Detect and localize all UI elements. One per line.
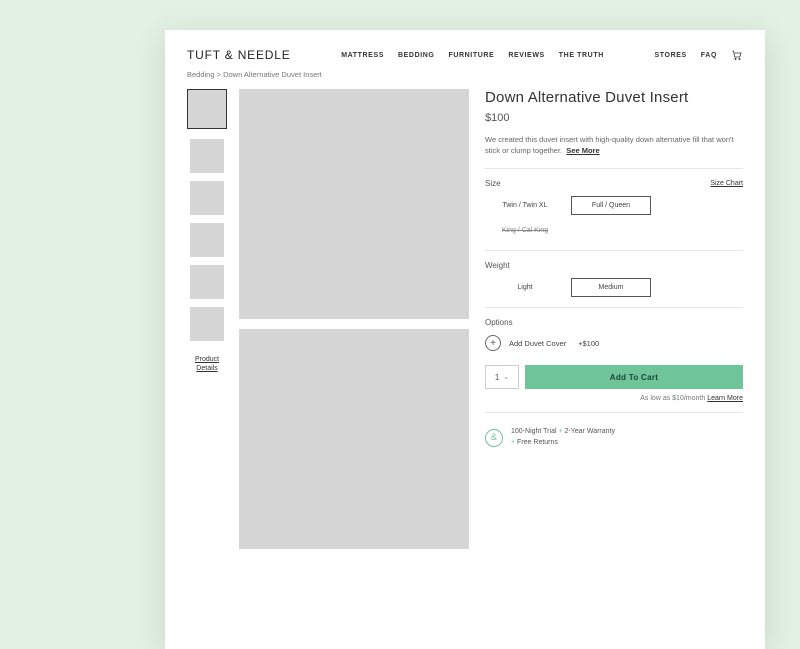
weight-section-head: Weight xyxy=(485,261,743,270)
thumbnail-4[interactable] xyxy=(190,223,224,257)
nav-reviews[interactable]: REVIEWS xyxy=(508,52,544,59)
financing-learn-more-link[interactable]: Learn More xyxy=(707,395,743,402)
cart-icon[interactable] xyxy=(731,49,743,61)
thumbnail-6[interactable] xyxy=(190,307,224,341)
product-details: Down Alternative Duvet Insert $100 We cr… xyxy=(481,89,743,549)
product-title: Down Alternative Duvet Insert xyxy=(485,89,743,108)
weight-option-light[interactable]: Light xyxy=(485,278,565,297)
image-column xyxy=(239,89,469,549)
weight-label: Weight xyxy=(485,261,510,270)
secondary-nav: STORES FAQ xyxy=(655,49,743,61)
product-description: We created this duvet insert with high-q… xyxy=(485,134,743,157)
divider xyxy=(485,250,743,251)
size-section-head: Size Size Chart xyxy=(485,179,743,188)
options-label: Options xyxy=(485,318,513,327)
thumbnail-1[interactable] xyxy=(187,89,227,129)
brand-logo[interactable]: TUFT & NEEDLE xyxy=(187,48,291,62)
thumbnail-2[interactable] xyxy=(190,139,224,173)
nav-bedding[interactable]: BEDDING xyxy=(398,52,434,59)
nav-mattress[interactable]: MATTRESS xyxy=(341,52,384,59)
thumbnail-rail: Product Details xyxy=(187,89,227,549)
see-more-link[interactable]: See More xyxy=(566,146,599,155)
breadcrumb[interactable]: Bedding > Down Alternative Duvet Insert xyxy=(187,70,743,79)
guarantee-badges: & 100-Night Trial + 2-Year Warranty + Fr… xyxy=(485,427,743,448)
product-details-link[interactable]: Product Details xyxy=(195,355,219,373)
financing-note: As low as $10/month Learn More xyxy=(485,395,743,402)
main-image-1[interactable] xyxy=(239,89,469,319)
thumbnail-5[interactable] xyxy=(190,265,224,299)
size-options-row-1: Twin / Twin XL Full / Queen xyxy=(485,196,743,215)
size-option-twin[interactable]: Twin / Twin XL xyxy=(485,196,565,215)
site-header: TUFT & NEEDLE MATTRESS BEDDING FURNITURE… xyxy=(187,48,743,62)
nav-the-truth[interactable]: THE TRUTH xyxy=(559,52,604,59)
product-price: $100 xyxy=(485,112,743,124)
primary-nav: MATTRESS BEDDING FURNITURE REVIEWS THE T… xyxy=(341,52,604,59)
nav-furniture[interactable]: FURNITURE xyxy=(448,52,494,59)
addon-price: +$100 xyxy=(578,339,599,348)
product-content: Product Details Down Alternative Duvet I… xyxy=(187,89,743,549)
weight-option-medium[interactable]: Medium xyxy=(571,278,651,297)
nav-stores[interactable]: STORES xyxy=(655,52,687,59)
size-option-full-queen[interactable]: Full / Queen xyxy=(571,196,651,215)
cart-row: 1 ⌄ Add To Cart xyxy=(485,365,743,389)
ampersand-icon: & xyxy=(485,429,503,447)
addon-option[interactable]: + Add Duvet Cover +$100 xyxy=(485,335,743,351)
divider xyxy=(485,412,743,413)
divider xyxy=(485,168,743,169)
size-option-king: King / Cal King xyxy=(485,221,565,240)
divider xyxy=(485,307,743,308)
size-label: Size xyxy=(485,179,501,188)
product-page: TUFT & NEEDLE MATTRESS BEDDING FURNITURE… xyxy=(165,30,765,649)
weight-options-row: Light Medium xyxy=(485,278,743,297)
nav-faq[interactable]: FAQ xyxy=(701,52,717,59)
quantity-select[interactable]: 1 ⌄ xyxy=(485,365,519,389)
main-image-2[interactable] xyxy=(239,329,469,549)
add-to-cart-button[interactable]: Add To Cart xyxy=(525,365,743,389)
size-chart-link[interactable]: Size Chart xyxy=(710,180,743,187)
size-options-row-2: King / Cal King xyxy=(485,221,743,240)
chevron-down-icon: ⌄ xyxy=(503,373,509,381)
options-section-head: Options xyxy=(485,318,743,327)
addon-label: Add Duvet Cover xyxy=(509,339,566,348)
thumbnail-3[interactable] xyxy=(190,181,224,215)
plus-icon: + xyxy=(485,335,501,351)
